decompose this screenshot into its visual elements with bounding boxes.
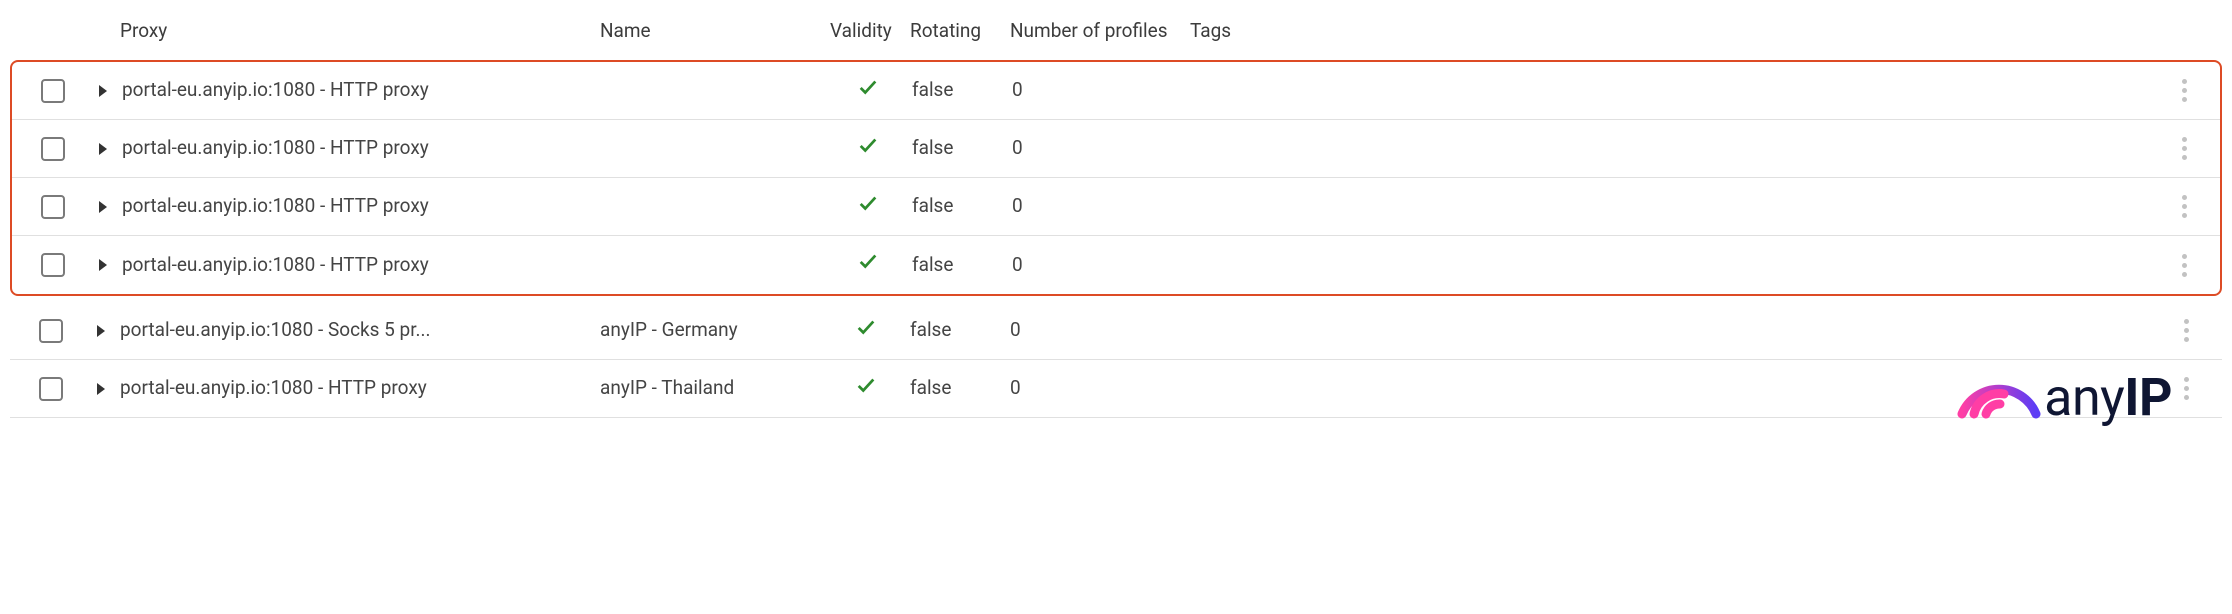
col-profiles: Number of profiles [1006,10,1186,53]
row-actions-menu-icon[interactable] [2174,187,2195,226]
expand-row-icon[interactable] [99,85,107,97]
profiles-value: 0 [1006,371,1186,406]
proxy-value: portal-eu.anyip.io:1080 - HTTP proxy [118,189,598,224]
expand-row-icon[interactable] [99,143,107,155]
anyip-arcs-icon [1956,364,2042,424]
tags-value [1188,87,2154,95]
expand-row-icon[interactable] [97,325,105,337]
row-checkbox[interactable] [39,319,63,343]
rotating-value: false [908,189,1008,224]
valid-check-icon [855,316,877,346]
table-row: portal-eu.anyip.io:1080 - Socks 5 pr...a… [10,302,2222,360]
row-checkbox[interactable] [41,137,65,161]
validity-cell [826,312,906,350]
name-value: anyIP - Thailand [596,371,826,406]
profiles-value: 0 [1006,313,1186,348]
col-tags: Tags [1186,10,2156,53]
profiles-value: 0 [1008,131,1188,166]
proxy-value: portal-eu.anyip.io:1080 - HTTP proxy [118,73,598,108]
anyip-wordmark: anyIP [2044,372,2172,424]
validity-cell [828,72,908,110]
col-name: Name [596,10,826,53]
row-checkbox[interactable] [41,79,65,103]
anyip-logo: anyIP [1956,364,2172,424]
col-actions [2156,23,2216,39]
row-actions-menu-icon[interactable] [2174,246,2195,285]
row-actions-menu-icon[interactable] [2176,369,2197,408]
name-value [598,261,828,269]
proxy-value: portal-eu.anyip.io:1080 - HTTP proxy [118,131,598,166]
table-row: portal-eu.anyip.io:1080 - HTTP proxy fals… [12,62,2220,120]
table-row: portal-eu.anyip.io:1080 - HTTP proxy fals… [12,236,2220,294]
row-actions-menu-icon[interactable] [2174,71,2195,110]
validity-cell [826,370,906,408]
highlighted-rows: portal-eu.anyip.io:1080 - HTTP proxy fals… [10,60,2222,296]
rotating-value: false [908,131,1008,166]
valid-check-icon [857,76,879,106]
col-proxy: Proxy [116,10,596,53]
valid-check-icon [855,374,877,404]
rotating-value: false [908,248,1008,283]
row-checkbox[interactable] [41,253,65,277]
col-checkbox [16,23,86,39]
name-value: anyIP - Germany [596,313,826,348]
rotating-value: false [906,371,1006,406]
col-expand [86,23,116,39]
tags-value [1186,327,2156,335]
valid-check-icon [857,250,879,280]
row-checkbox[interactable] [41,195,65,219]
table-row: portal-eu.anyip.io:1080 - HTTP proxy fals… [12,120,2220,178]
proxy-value: portal-eu.anyip.io:1080 - HTTP proxy [116,371,596,406]
proxy-table: Proxy Name Validity Rotating Number of p… [0,0,2232,428]
valid-check-icon [857,192,879,222]
table-row: portal-eu.anyip.io:1080 - HTTP proxy fals… [12,178,2220,236]
name-value [598,203,828,211]
name-value [598,87,828,95]
proxy-value: portal-eu.anyip.io:1080 - Socks 5 pr... [116,313,596,348]
row-checkbox[interactable] [39,377,63,401]
profiles-value: 0 [1008,248,1188,283]
col-rotating: Rotating [906,10,1006,53]
table-row: portal-eu.anyip.io:1080 - HTTP proxyanyI… [10,360,2222,418]
row-actions-menu-icon[interactable] [2176,311,2197,350]
table-body: portal-eu.anyip.io:1080 - HTTP proxy fals… [10,60,2222,418]
rotating-value: false [908,73,1008,108]
tags-value [1188,203,2154,211]
col-validity: Validity [826,10,906,53]
validity-cell [828,188,908,226]
profiles-value: 0 [1008,189,1188,224]
proxy-value: portal-eu.anyip.io:1080 - HTTP proxy [118,248,598,283]
row-actions-menu-icon[interactable] [2174,129,2195,168]
expand-row-icon[interactable] [99,259,107,271]
expand-row-icon[interactable] [99,201,107,213]
validity-cell [828,130,908,168]
name-value [598,145,828,153]
expand-row-icon[interactable] [97,383,105,395]
tags-value [1188,145,2154,153]
valid-check-icon [857,134,879,164]
rotating-value: false [906,313,1006,348]
validity-cell [828,246,908,284]
tags-value [1188,261,2154,269]
profiles-value: 0 [1008,73,1188,108]
table-header: Proxy Name Validity Rotating Number of p… [10,0,2222,58]
